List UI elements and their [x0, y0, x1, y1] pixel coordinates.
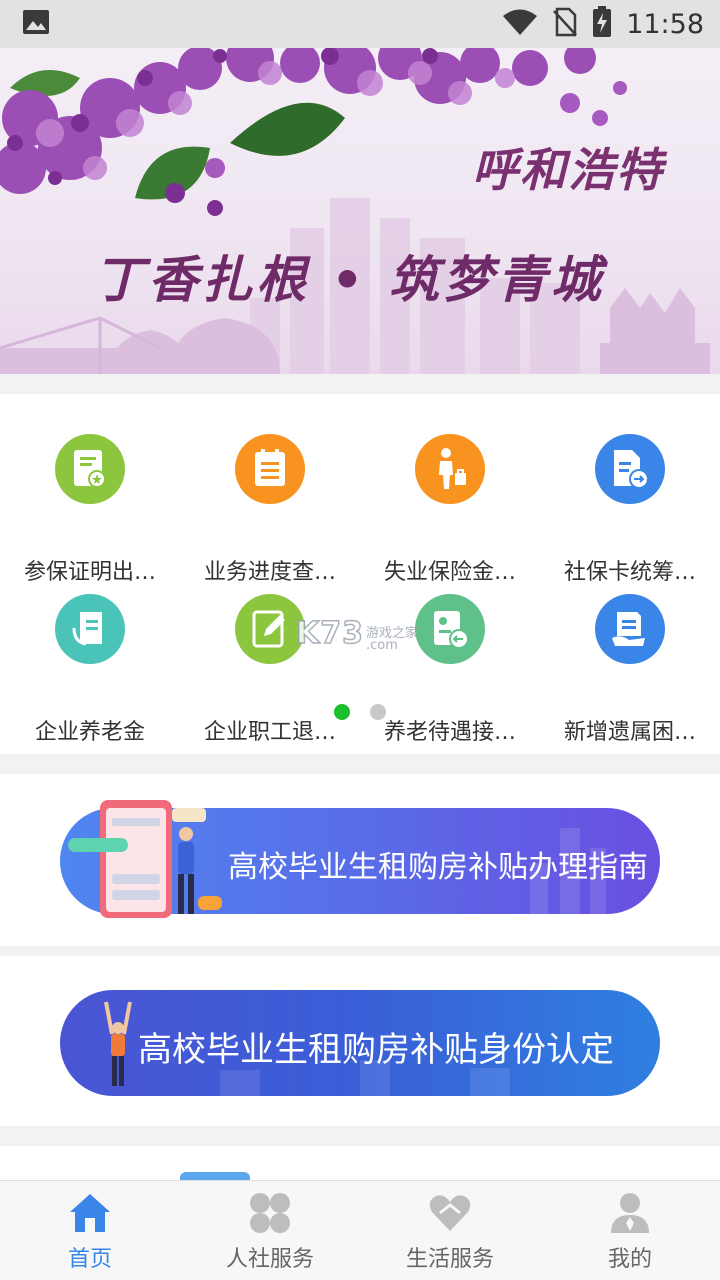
promo-card-next [0, 1146, 720, 1184]
pension-document-icon [55, 594, 125, 664]
banner-city-name: 呼和浩特 [472, 143, 664, 197]
service-item-unemployment-benefit[interactable]: 失业保险金… [360, 434, 540, 585]
tab-profile[interactable]: 我的 [540, 1181, 720, 1280]
promo-card-guide: 高校毕业生租购房补贴办理指南 [0, 774, 720, 946]
edit-note-icon [235, 594, 305, 664]
page-indicator [0, 704, 720, 720]
card-transfer-icon [595, 434, 665, 504]
identity-banner-title: 高校毕业生租购房补贴身份认定 [138, 1030, 614, 1070]
tab-life-services[interactable]: 生活服务 [360, 1181, 540, 1280]
page-dot[interactable] [370, 704, 386, 720]
status-time: 11:58 [626, 8, 704, 40]
phone-person-illustration [68, 800, 222, 918]
lilac-skyline-illustration [0, 48, 710, 374]
bottom-tab-bar: 首页 人社服务 生活服务 我的 [0, 1180, 720, 1280]
tab-label: 生活服务 [405, 1247, 494, 1272]
progress-list-icon [235, 434, 305, 504]
guide-banner-title: 高校毕业生租购房补贴办理指南 [228, 850, 648, 885]
tab-label: 我的 [607, 1247, 652, 1272]
promo-card-identity: 高校毕业生租购房补贴身份认定 [0, 956, 720, 1126]
folder-hand-icon [595, 594, 665, 664]
service-label: 业务进度查… [203, 560, 336, 585]
service-item-card-coordination[interactable]: 社保卡统筹… [540, 434, 720, 585]
status-bar: 11:58 [0, 0, 720, 48]
wifi-icon [502, 8, 538, 40]
service-label: 社保卡统筹… [563, 560, 696, 585]
certificate-icon [55, 434, 125, 504]
image-notification-icon [22, 9, 50, 39]
page-dot-active[interactable] [334, 704, 350, 720]
tab-label: 首页 [67, 1247, 112, 1272]
service-item-insurance-certificate[interactable]: 参保证明出… [0, 434, 180, 585]
battery-charging-icon [592, 6, 612, 42]
unemployed-person-icon [415, 434, 485, 504]
home-icon [68, 1191, 112, 1239]
banner-slogan: 丁香扎根 • 筑梦青城 [94, 250, 605, 309]
tab-home[interactable]: 首页 [0, 1181, 180, 1280]
service-grid: 参保证明出… 业务进度查… 失业保险金… 社保卡统筹… 企业养老金 企业职工退… [0, 394, 720, 754]
tab-label: 人社服务 [225, 1247, 314, 1272]
watermark-domain: .com [366, 638, 398, 653]
no-sim-icon [552, 7, 578, 41]
cheering-person-icon [104, 1001, 132, 1086]
k73-watermark: K73 游戏之家 .com [295, 615, 426, 656]
service-label: 失业保险金… [383, 560, 516, 585]
tab-social-services[interactable]: 人社服务 [180, 1181, 360, 1280]
service-item-progress-query[interactable]: 业务进度查… [180, 434, 360, 585]
hero-banner[interactable]: 呼和浩特 丁香扎根 • 筑梦青城 [0, 48, 720, 374]
service-label: 参保证明出… [23, 560, 156, 585]
user-icon [608, 1191, 652, 1239]
heart-icon [428, 1191, 472, 1239]
clover-grid-icon [248, 1191, 292, 1239]
watermark-brand: K73 [295, 615, 364, 652]
identity-banner-button[interactable]: 高校毕业生租购房补贴身份认定 [60, 990, 660, 1096]
